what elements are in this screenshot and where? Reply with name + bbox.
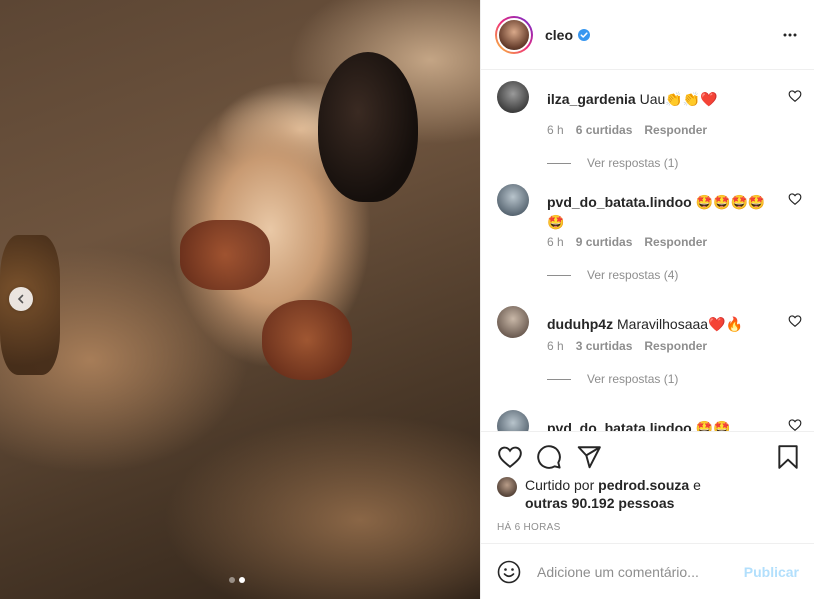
comment-avatar[interactable] (497, 306, 529, 338)
post-timestamp[interactable]: HÁ 6 HORAS (497, 522, 561, 533)
carousel-dot (229, 577, 235, 583)
likes-summary: Curtido por pedrod.souza e outras 90.192… (497, 476, 725, 512)
liker-username[interactable]: pedrod.souza (598, 477, 689, 493)
likes-prefix: Curtido por (525, 477, 595, 493)
comment-body: duduhp4z Maravilhosaaa❤️🔥 (547, 314, 772, 334)
carousel-dots (229, 577, 245, 583)
photo-detail-top-right (262, 300, 352, 380)
like-button[interactable] (497, 444, 523, 470)
carousel-dot-active (239, 577, 245, 583)
comment-username[interactable]: ilza_gardenia (547, 91, 636, 107)
comment-item: ilza_gardenia Uau👏👏❤️ 6 h 6 curtidas Res… (497, 81, 802, 176)
photo-detail-hair (318, 52, 418, 202)
paper-plane-icon (577, 446, 601, 469)
author-username[interactable]: cleo (545, 27, 573, 43)
comment-button[interactable] (536, 444, 562, 470)
carousel-prev-button[interactable] (9, 287, 33, 311)
comment-likes-count[interactable]: 6 curtidas (576, 123, 633, 137)
emoji-icon[interactable] (497, 560, 521, 584)
comment-like-button[interactable] (788, 418, 802, 431)
share-button[interactable] (576, 444, 602, 470)
save-button[interactable] (775, 444, 801, 470)
comment-body: ilza_gardenia Uau👏👏❤️ (547, 89, 772, 109)
post-header: cleo (481, 0, 814, 70)
comment-likes-count[interactable]: 9 curtidas (576, 235, 633, 249)
view-replies-button[interactable]: Ver respostas (1) (547, 156, 678, 170)
comment-username[interactable]: duduhp4z (547, 316, 613, 332)
comment-meta: 6 h 3 curtidas Responder (547, 339, 707, 353)
comment-time: 6 h (547, 339, 564, 353)
comment-text: Uau👏👏❤️ (639, 91, 718, 107)
view-replies-button[interactable]: Ver respostas (1) (547, 372, 678, 386)
author-avatar[interactable] (495, 15, 533, 54)
comment-username[interactable]: pvd_do_batata.lindoo (547, 420, 692, 431)
likes-suffix: e (693, 477, 701, 493)
comment-reply-button[interactable]: Responder (644, 235, 707, 249)
comment-avatar[interactable] (497, 410, 529, 431)
view-replies-button[interactable]: Ver respostas (4) (547, 268, 678, 282)
comment-body: pvd_do_batata.lindoo 🤩🤩 (547, 418, 772, 431)
heart-icon (788, 419, 802, 431)
comment-icon (537, 445, 561, 469)
photo-detail-top-left (180, 220, 270, 290)
add-comment-bar: Publicar (481, 543, 814, 599)
post-photo[interactable] (0, 0, 480, 599)
more-dots-icon[interactable] (782, 27, 798, 43)
post-side-panel: cleo ilza_gardenia Uau👏👏❤️ 6 h 6 curtida… (480, 0, 814, 599)
comment-like-button[interactable] (788, 192, 802, 206)
comment-text: Maravilhosaaa❤️🔥 (617, 316, 743, 332)
comment-item: pvd_do_batata.lindoo 🤩🤩🤩🤩🤩 6 h 9 curtida… (497, 184, 802, 282)
comment-meta: 6 h 9 curtidas Responder (547, 235, 707, 249)
view-replies-label: Ver respostas (1) (587, 372, 679, 386)
bookmark-icon (778, 445, 798, 469)
comments-list[interactable]: ilza_gardenia Uau👏👏❤️ 6 h 6 curtidas Res… (481, 71, 814, 431)
liker-avatar[interactable] (497, 477, 517, 497)
comment-meta: 6 h 6 curtidas Responder (547, 123, 707, 137)
likes-others-link[interactable]: outras 90.192 pessoas (525, 495, 674, 511)
heart-icon (498, 446, 522, 468)
heart-icon (788, 193, 802, 205)
comment-avatar[interactable] (497, 184, 529, 216)
comment-input[interactable] (537, 563, 727, 580)
view-replies-label: Ver respostas (4) (587, 268, 679, 282)
comment-time: 6 h (547, 235, 564, 249)
heart-icon (788, 90, 802, 102)
comment-time: 6 h (547, 123, 564, 137)
comment-text: 🤩🤩 (695, 420, 731, 431)
publish-button[interactable]: Publicar (744, 564, 799, 580)
comment-body: pvd_do_batata.lindoo 🤩🤩🤩🤩🤩 (547, 192, 772, 232)
comment-likes-count[interactable]: 3 curtidas (576, 339, 633, 353)
comment-like-button[interactable] (788, 89, 802, 103)
comment-item: pvd_do_batata.lindoo 🤩🤩 (497, 410, 802, 431)
comment-reply-button[interactable]: Responder (644, 339, 707, 353)
post-actions: Curtido por pedrod.souza e outras 90.192… (481, 431, 814, 543)
verified-badge-icon (578, 28, 591, 41)
comment-username[interactable]: pvd_do_batata.lindoo (547, 194, 692, 210)
comment-reply-button[interactable]: Responder (644, 123, 707, 137)
heart-icon (788, 315, 802, 327)
comment-like-button[interactable] (788, 314, 802, 328)
comment-avatar[interactable] (497, 81, 529, 113)
comment-item: duduhp4z Maravilhosaaa❤️🔥 6 h 3 curtidas… (497, 306, 802, 401)
view-replies-label: Ver respostas (1) (587, 156, 679, 170)
likes-text: Curtido por pedrod.souza e outras 90.192… (525, 476, 725, 512)
chevron-left-icon (17, 294, 24, 304)
